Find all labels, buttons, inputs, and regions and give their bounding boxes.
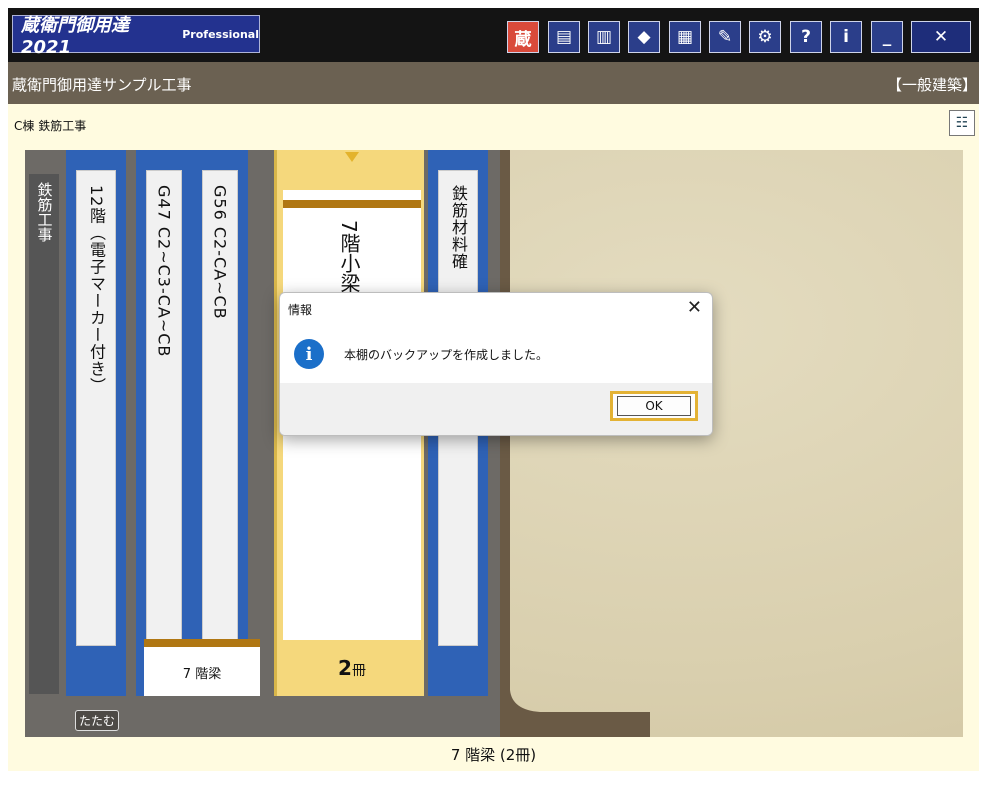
binder-title: G47 C2~C3-CA~CB (154, 185, 174, 358)
binder-title: G56 C2-CA~CB (210, 185, 230, 320)
project-name: 蔵衛門御用達サンプル工事 (12, 76, 192, 94)
sub-binder-card[interactable]: 7 階梁 (144, 639, 260, 696)
section-tab-label: 鉄筋工事 (35, 182, 54, 242)
dialog-title: 情報 (288, 303, 313, 317)
close-icon[interactable]: ✕ (911, 21, 971, 53)
tree-view-icon[interactable]: ☷ (949, 110, 975, 136)
binder-g47[interactable]: G47 C2~C3-CA~CB (136, 150, 192, 696)
binder-label: G56 C2-CA~CB (202, 170, 238, 646)
gear-icon[interactable]: ⚙ (749, 21, 781, 53)
project-bar: 蔵衛門御用達サンプル工事 【一般建築】 (8, 62, 979, 104)
binder-g56[interactable]: G56 C2-CA~CB (192, 150, 248, 696)
binder-title: 12階（電子マーカー付き） (87, 185, 106, 395)
binder-label: 12階（電子マーカー付き） (76, 170, 116, 646)
ok-button[interactable]: OK (610, 391, 698, 421)
pen-icon[interactable]: ✎ (709, 21, 741, 53)
kura-icon[interactable]: 蔵 (507, 21, 539, 53)
fold-button[interactable]: たたむ (75, 710, 120, 731)
chevron-down-icon (345, 152, 359, 162)
screen-icon[interactable]: ▤ (548, 21, 580, 53)
help-icon[interactable]: ? (790, 21, 822, 53)
app-logo: 蔵衛門御用達2021 Professional (12, 15, 260, 58)
section-tab[interactable]: 鉄筋工事 (29, 174, 59, 694)
binder-count: 2冊 (277, 656, 427, 680)
info-icon: i (294, 339, 324, 369)
building-icon[interactable]: ▦ (669, 21, 701, 53)
minimize-icon[interactable]: _ (871, 21, 903, 53)
breadcrumb: C棟 鉄筋工事 (14, 119, 87, 133)
category-label: 【一般建築】 (886, 76, 977, 94)
info-dialog: 情報 ✕ i 本棚のバックアップを作成しました。 OK (279, 292, 713, 436)
binder-count-unit: 冊 (351, 663, 366, 679)
binder-count-number: 2 (338, 656, 352, 680)
shelf-icon[interactable]: ▥ (588, 21, 620, 53)
binder-label: G47 C2~C3-CA~CB (146, 170, 182, 646)
info-icon[interactable]: i (830, 21, 862, 53)
ok-button-label: OK (617, 396, 691, 416)
arrows-icon[interactable]: ◆ (628, 21, 660, 53)
bookshelf-area: 鉄筋工事 12階（電子マーカー付き） G47 C2~C3-CA~CB G56 C… (8, 139, 979, 743)
binder-stripe (283, 200, 421, 208)
open-binder-title: 7階小梁 (337, 220, 361, 293)
logo-main-text: 蔵衛門御用達2021 (21, 14, 129, 58)
breadcrumb-bar: C棟 鉄筋工事 ☷ (8, 104, 979, 139)
binder-title: 鉄筋材料確 (449, 185, 468, 270)
dialog-message: 本棚のバックアップを作成しました。 (344, 348, 549, 362)
logo-sub-text: Professional (182, 27, 259, 41)
status-text: 7 階梁 (2冊) (450, 746, 537, 764)
close-icon[interactable]: ✕ (687, 297, 702, 318)
shelf-bracket (500, 150, 650, 737)
title-bar: 蔵衛門御用達2021 Professional 蔵 ▤ ▥ ◆ ▦ ✎ ⚙ ? … (8, 8, 979, 62)
dialog-footer: OK (280, 383, 712, 435)
binder-12f[interactable]: 12階（電子マーカー付き） (66, 150, 126, 696)
status-bar: 7 階梁 (2冊) (8, 743, 979, 771)
